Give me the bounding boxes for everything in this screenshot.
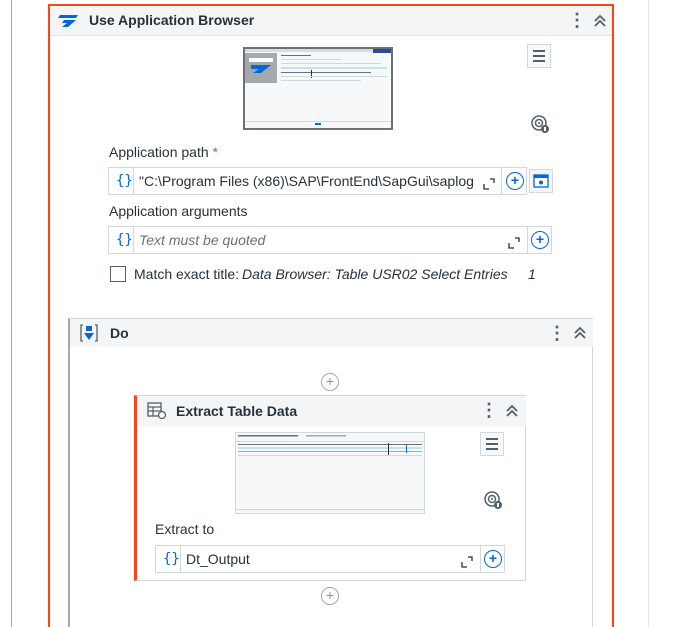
hamburger-menu-button[interactable] <box>480 432 504 456</box>
add-activity-button[interactable]: + <box>321 373 339 391</box>
field-divider <box>501 168 502 194</box>
workflow-canvas: Use Application Browser ⋮ Application pa… <box>0 0 679 627</box>
browse-application-button[interactable] <box>529 169 553 193</box>
field-divider <box>527 227 528 253</box>
application-screenshot-thumbnail[interactable] <box>243 47 393 130</box>
table-screenshot-thumbnail[interactable] <box>235 432 425 514</box>
sequence-icon <box>80 324 98 342</box>
activity-header[interactable]: Use Application Browser ⋮ <box>50 6 612 36</box>
field-divider <box>133 168 134 194</box>
extract-table-title: Extract Table Data <box>176 403 298 419</box>
screenshot-preview <box>245 49 391 128</box>
add-variable-icon[interactable]: + <box>531 231 549 249</box>
application-path-label-text: Application path <box>109 144 209 160</box>
application-arguments-label: Application arguments <box>109 203 248 219</box>
extract-to-label: Extract to <box>155 521 215 537</box>
canvas-left-rule <box>11 0 12 627</box>
field-divider <box>133 227 134 253</box>
required-indicator: * <box>212 144 218 160</box>
match-count: 1 <box>528 266 536 282</box>
do-header[interactable]: Do ⋮ <box>70 319 593 347</box>
expand-editor-icon[interactable] <box>483 178 495 190</box>
add-variable-icon[interactable]: + <box>484 550 502 568</box>
expand-editor-icon[interactable] <box>461 556 473 568</box>
do-title: Do <box>110 325 129 341</box>
application-window-icon <box>533 174 549 188</box>
extract-to-value[interactable]: Dt_Output <box>186 551 426 567</box>
indicate-target-icon[interactable] <box>483 490 503 510</box>
chevron-up-double-icon[interactable] <box>592 13 608 29</box>
canvas-right-rule <box>648 0 649 627</box>
indicate-target-icon[interactable] <box>530 114 550 134</box>
hamburger-menu-button[interactable] <box>527 44 551 68</box>
chevron-up-double-icon[interactable] <box>572 325 588 341</box>
application-arguments-input[interactable]: {} Text must be quoted + <box>108 226 552 254</box>
match-exact-title-checkbox[interactable] <box>110 266 126 282</box>
table-extract-icon <box>147 402 167 420</box>
add-activity-button[interactable]: + <box>321 587 339 605</box>
expand-editor-icon[interactable] <box>508 237 520 249</box>
expression-braces-icon[interactable]: {} <box>163 551 180 567</box>
more-vertical-icon[interactable]: ⋮ <box>480 400 498 420</box>
field-divider <box>180 546 181 572</box>
application-arguments-placeholder[interactable]: Text must be quoted <box>139 232 265 248</box>
application-path-label: Application path * <box>109 144 218 160</box>
application-path-value[interactable]: "C:\Program Files (x86)\SAP\FrontEnd\Sap… <box>139 173 474 189</box>
application-browser-icon <box>58 15 78 27</box>
chevron-up-double-icon[interactable] <box>504 403 520 419</box>
more-vertical-icon[interactable]: ⋮ <box>548 323 566 343</box>
expression-braces-icon[interactable]: {} <box>116 173 133 189</box>
activity-title: Use Application Browser <box>89 12 255 28</box>
extract-table-header[interactable]: Extract Table Data ⋮ <box>137 396 526 426</box>
extract-to-input[interactable]: {} Dt_Output + <box>155 545 505 573</box>
field-divider <box>480 546 481 572</box>
add-variable-icon[interactable]: + <box>506 172 524 190</box>
extract-table-data-activity[interactable]: Extract Table Data ⋮ Extract to {} Dt_Ou… <box>134 395 526 581</box>
more-vertical-icon[interactable]: ⋮ <box>568 10 586 30</box>
table-preview <box>236 433 424 513</box>
match-exact-title-label: Match exact title: <box>134 266 240 282</box>
match-exact-title-value: Data Browser: Table USR02 Select Entries <box>242 266 508 282</box>
application-path-input[interactable]: {} "C:\Program Files (x86)\SAP\FrontEnd\… <box>108 167 527 195</box>
expression-braces-icon[interactable]: {} <box>116 232 133 248</box>
